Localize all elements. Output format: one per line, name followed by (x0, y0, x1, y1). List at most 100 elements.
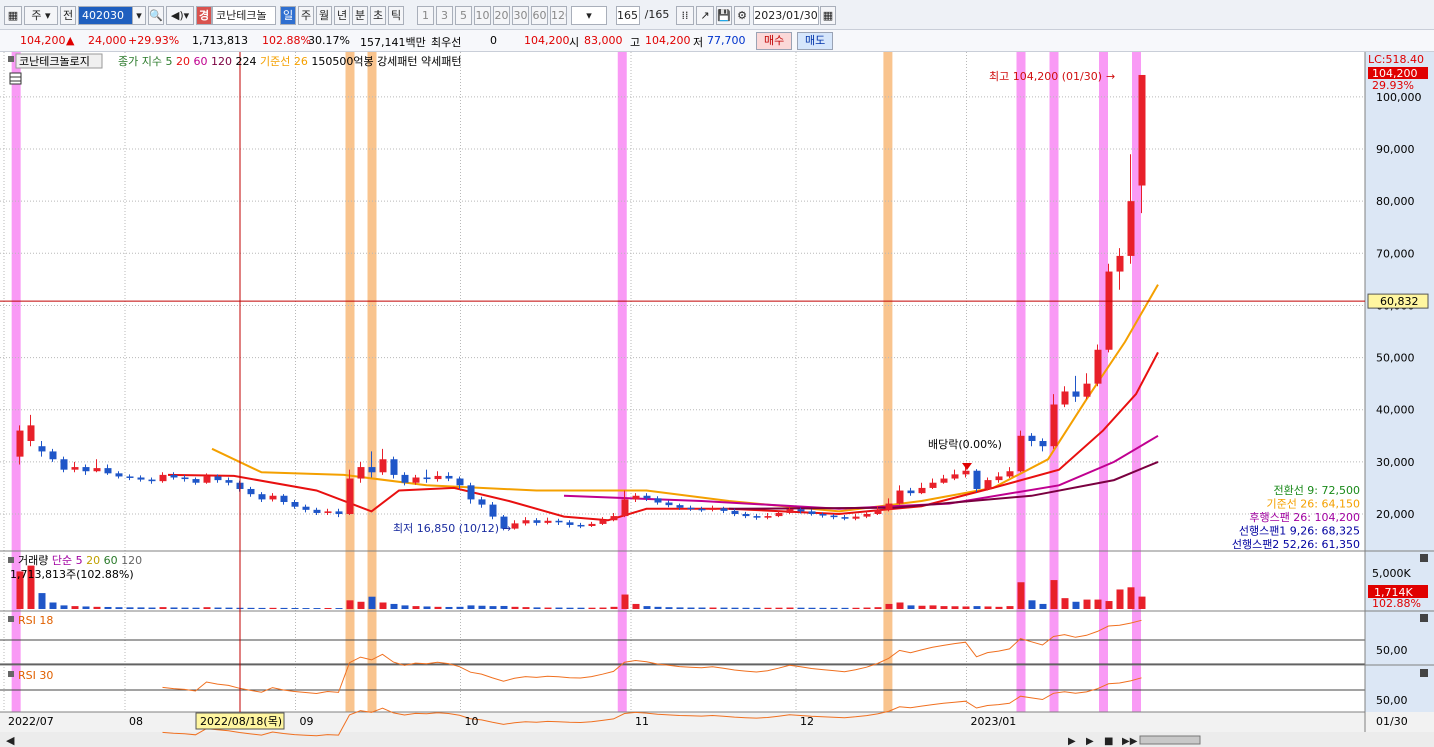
candle-body (93, 468, 101, 472)
volume-bar (665, 607, 673, 609)
candle-body (203, 476, 211, 483)
scroll-control-button[interactable]: ■ (1104, 736, 1113, 747)
date-tick-label: 08 (129, 715, 143, 728)
volume-bar (720, 607, 728, 609)
interval-tab[interactable]: 30 (512, 6, 529, 25)
prev-button[interactable]: 전 (60, 6, 76, 25)
price-axis-background (1365, 52, 1434, 747)
volume-bar (291, 607, 299, 609)
period-tab[interactable]: 년 (334, 6, 350, 25)
volume-legend-toggle-icon[interactable] (8, 557, 14, 563)
pattern-highlight-column (11, 52, 21, 712)
period-tab[interactable]: 틱 (388, 6, 404, 25)
candle-body (1039, 441, 1047, 447)
stock-chart[interactable]: 100,00090,00080,00070,00060,00050,00040,… (0, 52, 1434, 747)
type-select[interactable]: 주 ▾ (24, 6, 58, 25)
code-dropdown-icon[interactable]: ▾ (132, 6, 146, 25)
stock-name-field: 코난테크놀 (212, 6, 276, 25)
candle-body (49, 451, 57, 460)
legend-item: 60 (193, 55, 211, 68)
date-tick-label: 2023/01 (971, 715, 1017, 728)
legend-toggle-icon[interactable] (8, 56, 14, 62)
buy-button[interactable]: 매수 (756, 32, 793, 50)
volume-bar (247, 607, 255, 609)
volume-bar (423, 606, 431, 609)
speaker-icon[interactable]: ◀)▾ (166, 6, 194, 25)
trade-amount: 157,141백만 (360, 36, 426, 49)
pattern-highlight-column (1016, 52, 1026, 712)
lc-label: LC:518.40 (1368, 53, 1424, 66)
candle-body (709, 508, 717, 510)
candle-body (665, 502, 673, 506)
scroll-control-button[interactable]: ▶▶ (1122, 736, 1138, 747)
candle-style-icon[interactable]: ⁞⁞ (676, 6, 694, 25)
candle-body (577, 524, 585, 527)
rsi30-toggle-icon[interactable] (8, 671, 14, 677)
candle-body (566, 522, 574, 525)
volume-value: 1,713,813 (192, 34, 248, 47)
candle-body (280, 495, 288, 503)
period-tab[interactable]: 분 (352, 6, 368, 25)
date-tick-label: 10 (465, 715, 479, 728)
gear-icon[interactable]: ⚙ (734, 6, 750, 25)
candle-body (1094, 349, 1102, 384)
volume-bar (1039, 603, 1047, 609)
draw-tool-icon[interactable]: ↗ (696, 6, 714, 25)
interval-tab[interactable]: 20 (493, 6, 510, 25)
rsi18-toggle-icon[interactable] (8, 616, 14, 622)
legend-item: 종가 지수 5 (118, 55, 176, 68)
volume-bar (577, 607, 585, 609)
high-label: 고 (630, 36, 641, 49)
scroll-left-arrow[interactable]: ◀ (6, 734, 15, 747)
scrollbar-track[interactable] (0, 732, 1434, 747)
interval-tab[interactable]: 1 (417, 6, 434, 25)
candle-body (192, 479, 200, 483)
interval-tab[interactable]: 60 (531, 6, 548, 25)
chart-layout-icon[interactable]: ▦ (4, 6, 22, 25)
pattern-highlight-column (367, 52, 377, 712)
volume-bar (1138, 596, 1146, 609)
interval-tab[interactable]: 10 (474, 6, 491, 25)
calendar-icon[interactable]: ▦ (820, 6, 836, 25)
scrollbar-thumb[interactable] (1139, 735, 1201, 745)
volume-legend-item: 120 (121, 554, 142, 567)
date-input[interactable]: 2023/01/30 (753, 6, 819, 25)
volume-bar (104, 606, 112, 609)
candle-body (907, 490, 915, 494)
candle-body (302, 506, 310, 510)
volume-bar (214, 607, 222, 609)
period-tab[interactable]: 일 (280, 6, 296, 25)
interval-tab[interactable]: 120 (550, 6, 567, 25)
volume-bar (159, 607, 167, 609)
volume-bar (49, 602, 57, 609)
volume-bar (731, 607, 739, 609)
rsi30-close-icon[interactable] (1420, 669, 1428, 677)
scroll-control-button[interactable]: ▶ (1086, 736, 1094, 747)
period-tab[interactable]: 주 (298, 6, 314, 25)
period-tab[interactable]: 초 (370, 6, 386, 25)
volume-bar (126, 607, 134, 609)
sell-button[interactable]: 매도 (797, 32, 834, 50)
volume-bar (1017, 582, 1025, 609)
period-tab[interactable]: 월 (316, 6, 332, 25)
interval-tab[interactable]: 3 (436, 6, 453, 25)
volume-close-icon[interactable] (1420, 554, 1428, 562)
interval-dropdown[interactable]: ▾ (571, 6, 607, 25)
ichimoku-label: 선행스팬1 9,26: 68,325 (1239, 525, 1360, 538)
candle-body (863, 514, 871, 517)
candle-body (1083, 383, 1091, 397)
scroll-control-button[interactable]: ▶ (1068, 736, 1076, 747)
candle-body (390, 459, 398, 475)
table-icon[interactable] (9, 72, 22, 85)
legend-item: 224 (235, 55, 260, 68)
candle-body (940, 478, 948, 483)
save-icon[interactable]: 💾 (716, 6, 732, 25)
search-icon[interactable]: 🔍 (148, 6, 164, 25)
volume-bar (412, 606, 420, 609)
interval-tab[interactable]: 5 (455, 6, 472, 25)
candle-body (214, 476, 222, 481)
price-tick-label: 70,000 (1376, 247, 1415, 260)
rsi18-close-icon[interactable] (1420, 614, 1428, 622)
date-tick-label: 09 (300, 715, 314, 728)
count-input[interactable]: 165 (616, 6, 640, 25)
